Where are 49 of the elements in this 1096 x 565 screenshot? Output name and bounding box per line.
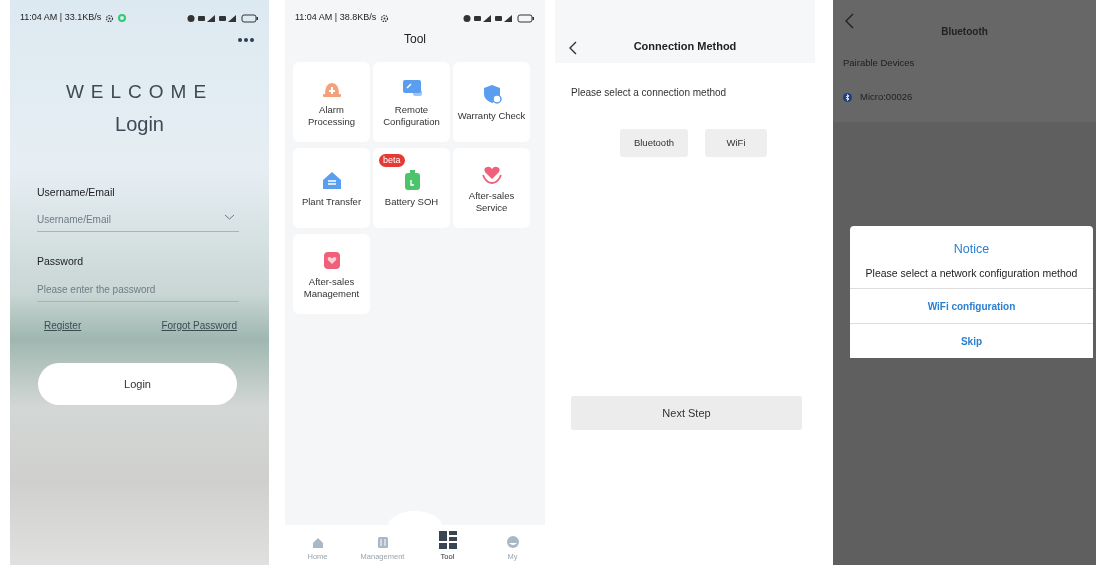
screen-title: Tool — [403, 31, 427, 48]
device-name: Micro:00026 — [860, 90, 913, 105]
bluetooth-icon — [843, 92, 852, 102]
back-icon[interactable] — [569, 41, 577, 55]
dialog-message: Please select a network configuration method — [864, 265, 1079, 281]
welcome-text: WELCOME — [64, 80, 215, 104]
prompt-text: Please select a connection method — [571, 86, 728, 100]
tile-label: Plant Transfer — [301, 195, 362, 208]
tool-tile[interactable]: After-sales Service — [453, 148, 530, 228]
status-time: 11:04 AM | 33.1KB/s — [20, 11, 102, 25]
field-label: Username/Email — [37, 184, 116, 200]
tile-label: Battery SOH — [384, 195, 439, 208]
tile-label: Remote Configuration — [382, 103, 441, 128]
more-icon[interactable] — [238, 38, 254, 42]
status-time: 11:04 AM | 38.8KB/s — [295, 11, 377, 25]
tool-tile[interactable]: Plant Transfer — [293, 148, 370, 228]
gear-icon — [380, 13, 390, 23]
profile-icon — [505, 534, 520, 549]
tile-label: After-sales Service — [467, 189, 516, 214]
clipboard-icon — [375, 534, 390, 549]
screen-title: Bluetooth — [940, 25, 989, 39]
field-label: Password — [37, 254, 85, 270]
tool-tile[interactable]: After-sales Management — [293, 234, 370, 314]
next-step-button[interactable]: Next Step — [571, 396, 802, 430]
forgot-password-link[interactable]: Forgot Password — [161, 318, 237, 333]
grid-icon — [438, 530, 457, 549]
password-field[interactable]: Please enter the password — [37, 278, 239, 302]
dialog-action-button[interactable]: Skip — [850, 323, 1093, 359]
tile-label: Warranty Check — [457, 109, 526, 122]
gear-icon — [105, 13, 115, 23]
tool-tile[interactable]: beta Battery SOH — [373, 148, 450, 228]
connection-option-button[interactable]: Bluetooth — [620, 129, 688, 157]
chevron-down-icon[interactable] — [224, 214, 235, 221]
username-field[interactable]: Username/Email — [37, 208, 239, 233]
tile-label: After-sales Management — [302, 275, 361, 300]
screen-title: Connection Method — [632, 38, 738, 54]
connection-option-button[interactable]: WiFi — [705, 129, 767, 157]
register-link[interactable]: Register — [44, 318, 82, 333]
section-label: Pairable Devices — [842, 56, 916, 70]
status-icons-drawing — [187, 13, 259, 23]
login-title: Login — [114, 111, 165, 137]
status-icons-drawing — [463, 13, 535, 23]
tool-tile[interactable]: Remote Configuration — [373, 62, 450, 142]
login-button[interactable]: Login — [38, 363, 237, 405]
tool-tile[interactable]: Alarm Processing — [293, 62, 370, 142]
beta-badge: beta — [379, 154, 405, 168]
dialog-title: Notice — [952, 241, 991, 258]
tool-tile[interactable]: Warranty Check — [453, 62, 530, 142]
tile-label: Alarm Processing — [307, 103, 356, 128]
